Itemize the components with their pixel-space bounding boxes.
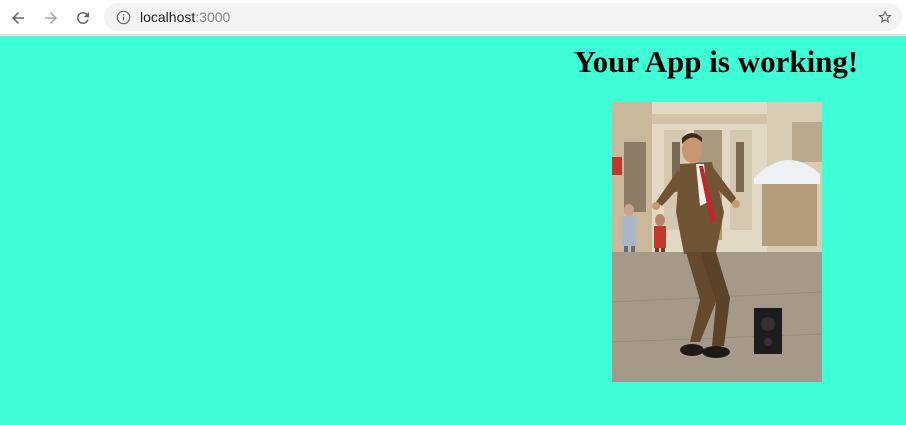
address-bar[interactable]: localhost:3000 [104,3,902,31]
bookmark-star-icon[interactable] [876,8,894,26]
gif-illustration [612,102,822,382]
browser-toolbar: localhost:3000 [0,0,906,35]
site-info-icon[interactable] [115,9,131,25]
url-text[interactable]: localhost:3000 [140,9,230,25]
dancing-man-gif [612,102,822,382]
page-heading: Your App is working! [573,44,859,79]
arrow-left-icon [12,12,24,24]
arrow-right-icon [45,12,57,24]
url-host: localhost [140,9,196,25]
page-viewport: Your App is working! [0,36,906,425]
url-port: :3000 [195,9,231,25]
reload-button[interactable] [70,5,96,31]
reload-icon [77,11,89,24]
forward-button[interactable] [38,5,64,31]
back-button[interactable] [5,5,31,31]
